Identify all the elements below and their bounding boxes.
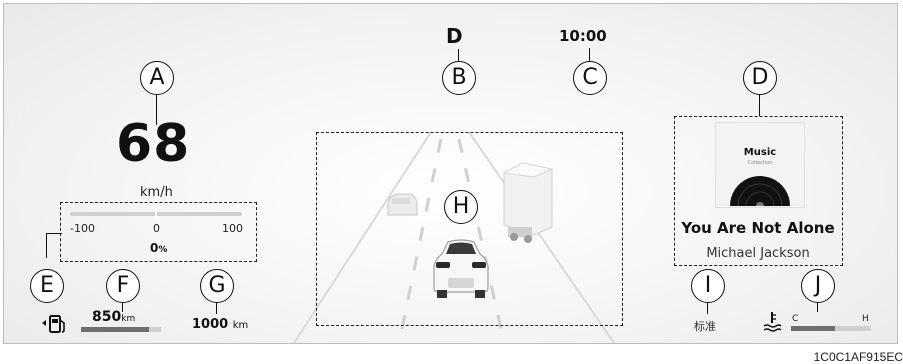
other-car-graphic	[387, 193, 418, 216]
callout-a: A	[140, 61, 174, 95]
callout-b: B	[442, 61, 476, 95]
callout-d-leader	[759, 94, 761, 116]
artist-name: Michael Jackson	[706, 246, 810, 261]
clock-display: 10:00	[559, 27, 607, 45]
callout-g-leader	[216, 302, 218, 314]
temp-hot-label: H	[862, 314, 869, 324]
ego-car-graphic	[433, 239, 489, 298]
callout-c-leader	[589, 48, 591, 61]
callout-e-leader-h	[46, 233, 62, 235]
callout-d: D	[743, 61, 777, 95]
power-meter-value: 0%	[150, 241, 167, 255]
range-value: 850	[92, 309, 122, 325]
callout-j: J	[801, 269, 835, 303]
odometer-readout: 1000 km	[192, 317, 248, 332]
odometer-value: 1000	[192, 317, 229, 332]
speed-unit: km/h	[140, 185, 173, 200]
callout-f: F	[106, 269, 140, 303]
album-art-title: Music	[743, 147, 777, 158]
drive-mode-label: 标准	[694, 320, 716, 333]
instrument-cluster-panel: D B 10:00 C A 68 km/h -100 0 100 0% E F …	[3, 3, 898, 344]
temp-gauge-fill	[791, 326, 835, 331]
callout-h: H	[444, 190, 478, 224]
vinyl-record-icon	[730, 176, 790, 206]
power-meter-min-label: -100	[70, 222, 95, 235]
callout-e: E	[30, 269, 64, 303]
speed-value: 68	[116, 114, 191, 174]
callout-i-leader	[707, 302, 709, 314]
song-title: You Are Not Alone	[681, 219, 835, 237]
figure-code: 1C0C1AF915EC	[813, 350, 903, 364]
power-meter-mid-label: 0	[153, 222, 160, 235]
coolant-temperature-icon	[763, 312, 782, 332]
range-readout: 850km	[92, 309, 135, 325]
fuel-level-track	[81, 327, 161, 332]
callout-g: G	[200, 269, 234, 303]
callout-b-leader	[458, 49, 460, 61]
power-meter-max-label: 100	[222, 222, 243, 235]
album-art: Music Collection	[715, 122, 805, 208]
fuel-level-fill	[81, 327, 149, 332]
album-art-subtitle: Collection	[747, 160, 773, 166]
callout-j-leader	[817, 302, 819, 312]
callout-c: C	[573, 61, 607, 95]
power-meter-unit: %	[158, 245, 168, 255]
fuel-pump-icon	[42, 315, 65, 333]
temp-gauge-track	[791, 326, 871, 331]
callout-e-leader	[46, 233, 48, 258]
callout-i: I	[691, 269, 725, 303]
truck-graphic	[502, 162, 554, 243]
gear-indicator: D	[446, 24, 463, 48]
range-unit: km	[121, 314, 136, 324]
temp-cold-label: C	[792, 314, 799, 324]
power-meter-center-mark	[155, 208, 157, 220]
odometer-unit: km	[232, 320, 249, 331]
